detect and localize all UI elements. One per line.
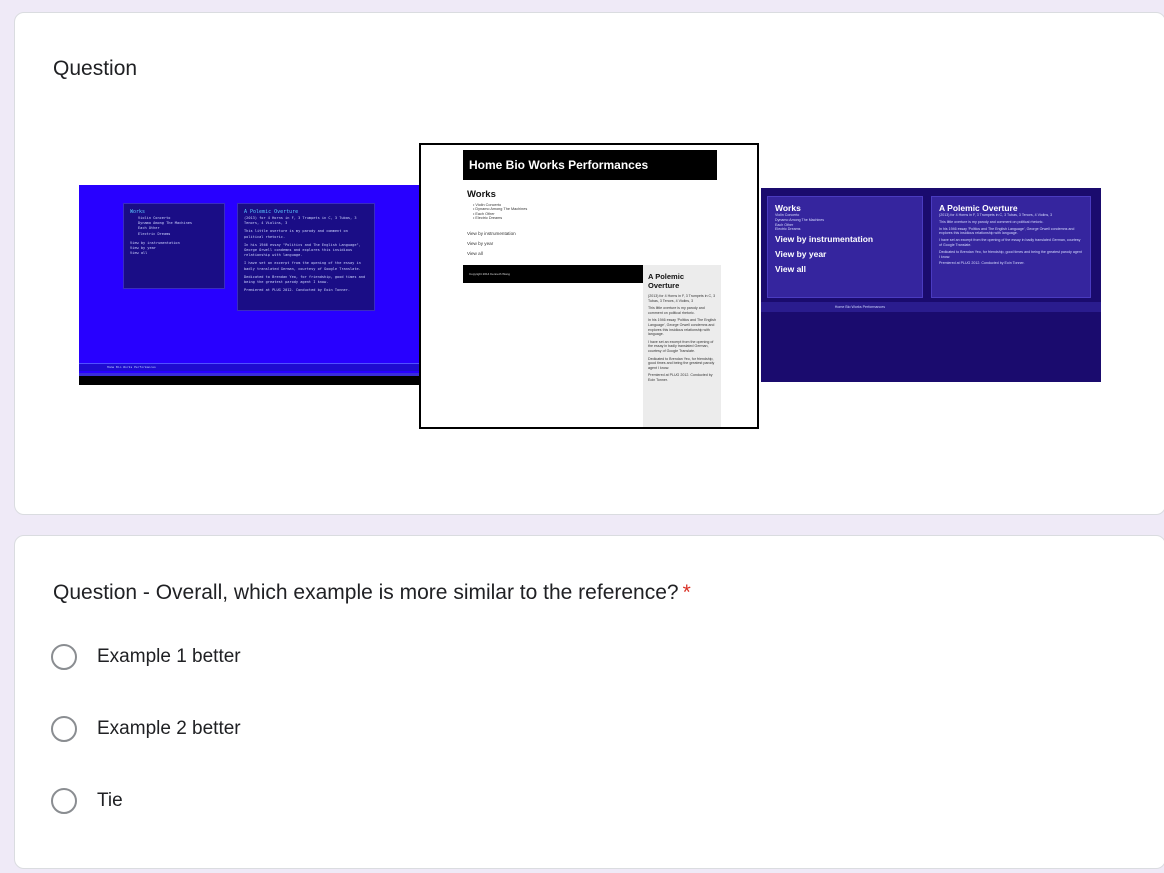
overture-heading: A Polemic Overture <box>939 203 1018 213</box>
reference-links: View by instrumentation View by year Vie… <box>467 229 516 259</box>
overture-line: This little overture is my parody and co… <box>648 306 705 315</box>
works-heading: Works <box>775 203 801 213</box>
example-1-footer: Home Bio Works Performances <box>79 363 423 371</box>
overture-line: (2013) for 4 Horns in F, 3 Trumpets in C… <box>648 294 716 303</box>
option-label: Tie <box>97 790 123 811</box>
overture-line: (2013) for 4 Horns in F, 3 Trumpets in C… <box>244 216 357 226</box>
overture-line: Dedicated to Brendan Yeo, for friendship… <box>939 249 1082 259</box>
works-heading: Works <box>130 209 146 215</box>
example-1-overture-box: A Polemic Overture (2013) for 4 Horns in… <box>237 203 375 311</box>
example-1-works-box: Works Violin Concerto Dynamo Among The M… <box>123 203 225 289</box>
option-label: Example 1 better <box>97 646 241 667</box>
overture-line: I have set an excerpt from the opening o… <box>244 261 361 271</box>
overture-line: I have set an excerpt from the opening o… <box>648 339 714 353</box>
option-example-1-better[interactable]: Example 1 better <box>51 641 241 673</box>
overture-line: Dedicated to Brendan Yeo, for friendship… <box>244 274 366 285</box>
option-example-2-better[interactable]: Example 2 better <box>51 713 241 745</box>
works-heading: Works <box>467 189 496 200</box>
link-item: View by instrumentation <box>467 231 516 236</box>
question-title: Question <box>53 57 138 80</box>
link-item: View all <box>467 251 483 256</box>
question-card-comparison: Question - Overall, which example is mor… <box>14 535 1164 869</box>
overture-heading: A Polemic Overture <box>648 272 684 290</box>
reference-copyright: Copyright 2014 Kenneth Wong <box>463 265 643 283</box>
radio-button[interactable] <box>51 644 77 670</box>
example-1-image: Works Violin Concerto Dynamo Among The M… <box>79 185 423 385</box>
radio-button[interactable] <box>51 716 77 742</box>
link-item: View by year <box>775 249 827 260</box>
link-item: View by year <box>467 241 494 246</box>
reference-image: Home Bio Works Performances Works • Viol… <box>419 143 759 429</box>
link-item: View all <box>130 251 148 256</box>
overture-line: Premiered at PLUG 2012. Conducted by Eoi… <box>939 261 1025 266</box>
overture-line: I have set an excerpt from the opening o… <box>939 238 1081 247</box>
link-item: View by instrumentation <box>775 234 874 245</box>
example-2-image: Works Violin Concerto Dynamo Among The M… <box>761 188 1101 382</box>
overture-line: In his 1946 essay 'Politics and The Engl… <box>648 318 716 337</box>
question-card-reference: Question Works Violin Concerto Dynamo Am… <box>14 12 1164 515</box>
option-tie[interactable]: Tie <box>51 785 123 817</box>
example-2-works-box: Works Violin Concerto Dynamo Among The M… <box>767 196 923 298</box>
required-mark: * <box>682 581 691 604</box>
overture-line: In his 1946 essay "Politics and The Engl… <box>244 242 361 258</box>
question-title: Question - Overall, which example is mor… <box>53 581 691 605</box>
overture-line: Premiered at PLUG 2012. Conducted by Eoi… <box>244 288 351 293</box>
reference-sidebar: A Polemic Overture (2013) for 4 Horns in… <box>643 265 721 427</box>
overture-line: This little overture is my parody and co… <box>244 229 348 239</box>
overture-line: Premiered at PLUG 2012. Conducted by Eoi… <box>648 373 713 382</box>
radio-button[interactable] <box>51 788 77 814</box>
example-1-stripe <box>79 373 423 376</box>
link-item: View all <box>775 264 807 275</box>
overture-heading: A Polemic Overture <box>244 209 299 215</box>
works-list: • Violin Concerto • Dynamo Among The Mac… <box>473 203 527 221</box>
option-label: Example 2 better <box>97 718 241 739</box>
question-text: Question - Overall, which example is mor… <box>53 581 679 604</box>
example-2-overture-box: A Polemic Overture (2013) for 4 Horns in… <box>931 196 1091 298</box>
reference-nav: Home Bio Works Performances <box>463 150 717 180</box>
example-2-footer: Home Bio Works Performances <box>761 302 1101 312</box>
overture-line: Dedicated to Brendan Yeo, for friendship… <box>648 356 715 370</box>
works-item: • Electric Dreams <box>473 216 503 221</box>
overture-line: In his 1946 essay 'Politics and The Engl… <box>939 226 1075 236</box>
